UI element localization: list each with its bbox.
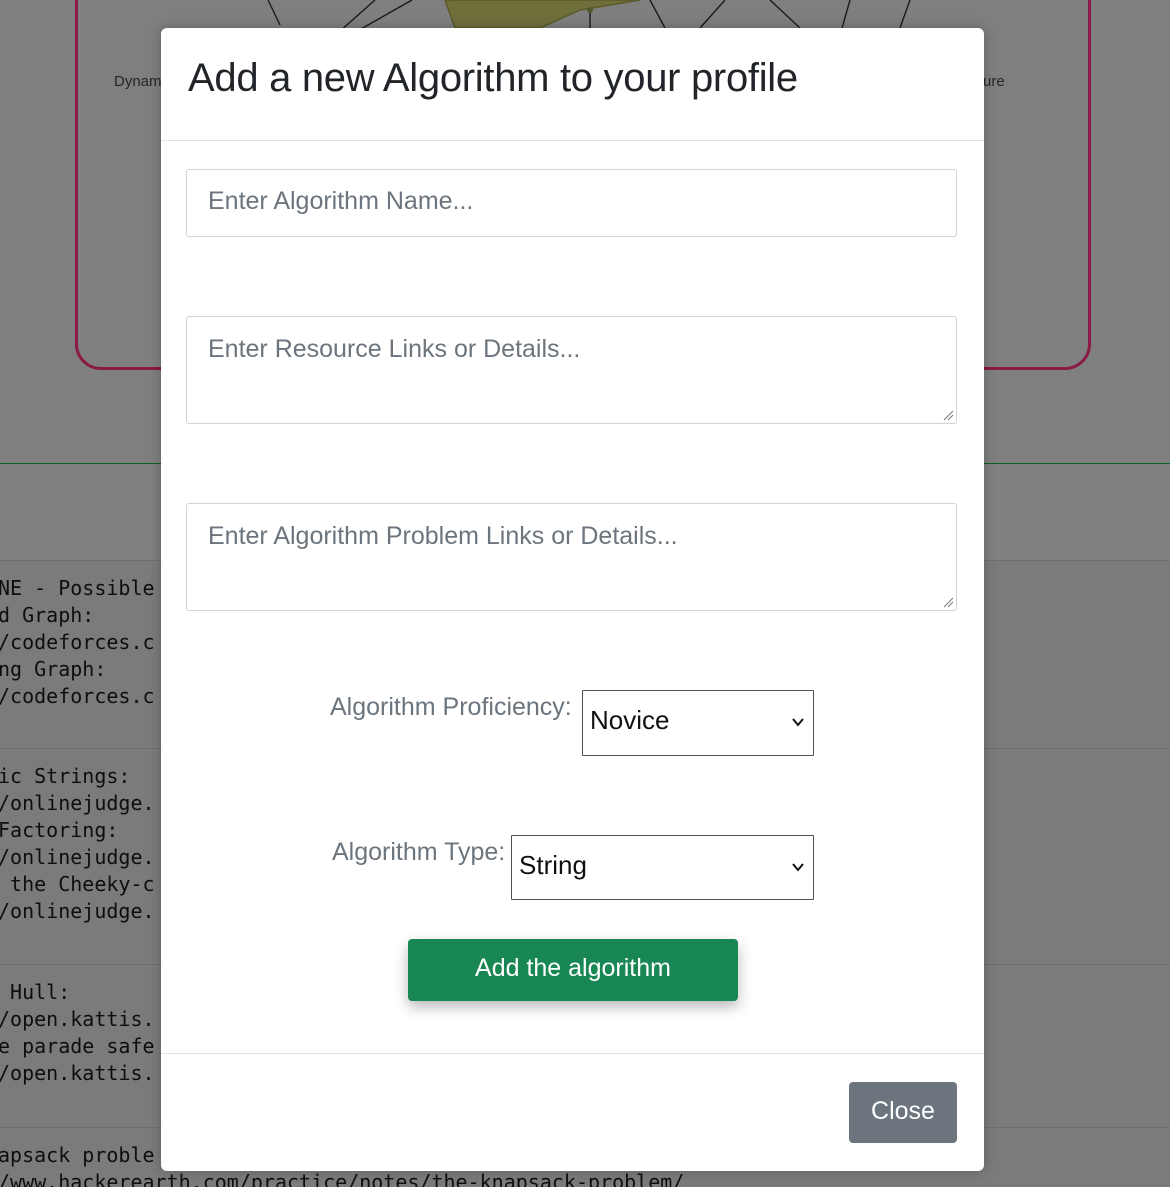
radar-axis-line (899, 0, 911, 29)
radar-label-left: Dynam (114, 73, 162, 90)
modal-footer: Close (161, 1053, 984, 1171)
chevron-down-icon (792, 863, 804, 872)
proficiency-select[interactable]: Novice (582, 690, 814, 756)
modal-title: Add a new Algorithm to your profile (188, 56, 798, 100)
chevron-down-icon (792, 718, 804, 727)
algorithm-type-selected-value: String (519, 850, 587, 880)
proficiency-selected-value: Novice (590, 705, 670, 735)
radar-axis-line (769, 0, 801, 29)
code-line: /www.hackerearth.com/practice/notes/the-… (0, 1170, 685, 1187)
resize-handle-icon[interactable] (942, 409, 954, 421)
close-button[interactable]: Close (849, 1082, 957, 1143)
problem-links-placeholder: Enter Algorithm Problem Links or Details… (208, 522, 678, 550)
resource-links-placeholder: Enter Resource Links or Details... (208, 335, 581, 363)
algorithm-name-placeholder: Enter Algorithm Name... (208, 187, 474, 215)
proficiency-label: Algorithm Proficiency: (330, 693, 572, 721)
add-algorithm-modal: Add a new Algorithm to your profile Ente… (161, 28, 984, 1171)
radar-point (587, 7, 593, 13)
algorithm-type-select[interactable]: String (511, 835, 814, 900)
radar-label-right: ure (983, 73, 1005, 90)
radar-series-area (444, 0, 641, 29)
modal-header: Add a new Algorithm to your profile (161, 28, 984, 141)
radar-axis-line (699, 0, 726, 29)
radar-axis-line (267, 0, 281, 26)
resource-links-textarea[interactable]: Enter Resource Links or Details... (186, 316, 957, 424)
resize-handle-icon[interactable] (942, 596, 954, 608)
algorithm-type-label: Algorithm Type: (332, 838, 506, 866)
radar-axis-line (649, 0, 666, 29)
algorithm-name-input[interactable]: Enter Algorithm Name... (186, 169, 957, 237)
problem-links-textarea[interactable]: Enter Algorithm Problem Links or Details… (186, 503, 957, 611)
add-algorithm-button[interactable]: Add the algorithm (408, 939, 738, 1001)
radar-axis-line (841, 0, 851, 29)
